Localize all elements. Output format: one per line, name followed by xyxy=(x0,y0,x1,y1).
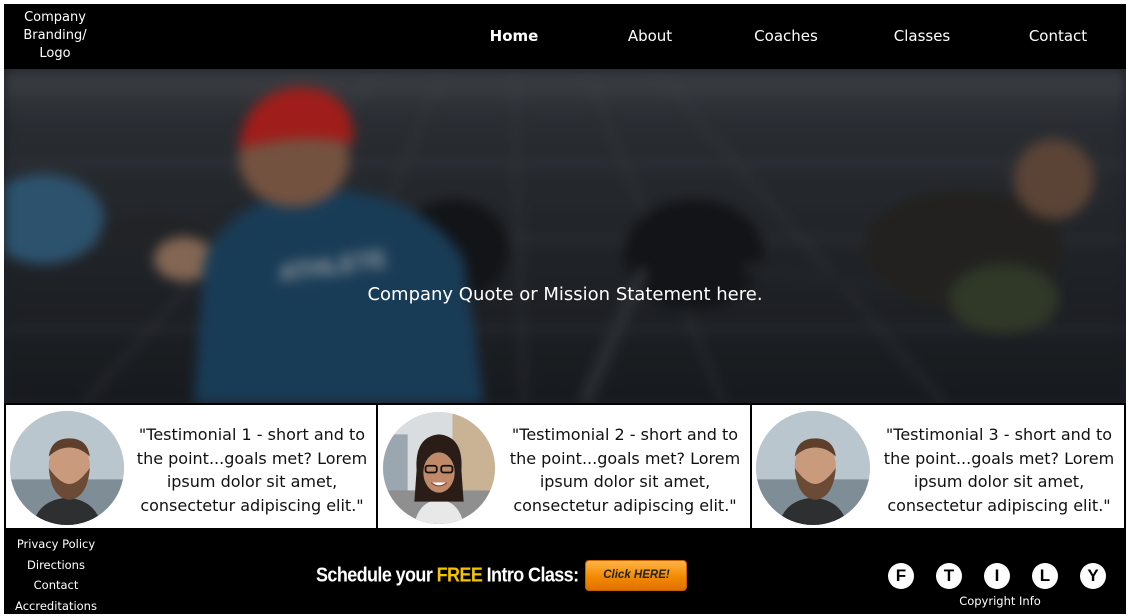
testimonial-avatar-bearded-man xyxy=(10,411,124,525)
page: Company Branding/ Logo Home About Coache… xyxy=(4,4,1126,614)
instagram-icon[interactable]: I xyxy=(984,563,1010,589)
testimonial-card-2: "Testimonial 2 - short and to the point.… xyxy=(378,403,752,530)
testimonial-avatar-woman-glasses xyxy=(383,412,495,524)
nav-classes[interactable]: Classes xyxy=(854,4,990,68)
nav-contact[interactable]: Contact xyxy=(990,4,1126,68)
footer: Privacy Policy Directions Contact Accred… xyxy=(4,530,1126,614)
cta-free-highlight: FREE xyxy=(436,563,483,586)
main-nav: Home About Coaches Classes Contact xyxy=(446,4,1126,68)
footer-link-contact[interactable]: Contact xyxy=(4,575,108,596)
hero-overlay xyxy=(4,69,1126,403)
company-logo[interactable]: Company Branding/ Logo xyxy=(4,9,106,63)
header: Company Branding/ Logo Home About Coache… xyxy=(4,4,1126,68)
schedule-cta: Schedule your FREE Intro Class: Click HE… xyxy=(316,559,688,591)
click-here-button[interactable]: Click HERE! xyxy=(585,559,688,591)
cta-text: Schedule your FREE Intro Class: xyxy=(316,563,579,587)
cta-prefix: Schedule your xyxy=(316,563,437,586)
testimonial-text-1: "Testimonial 1 - short and to the point.… xyxy=(136,425,368,515)
nav-home[interactable]: Home xyxy=(446,4,582,68)
social-links: F T I L Y xyxy=(888,563,1106,589)
youtube-icon[interactable]: Y xyxy=(1080,563,1106,589)
testimonial-avatar-bearded-man xyxy=(756,411,870,525)
mission-statement: Company Quote or Mission Statement here. xyxy=(367,284,763,305)
hero-banner: ATHLETE Company Quote or Mission Stateme… xyxy=(4,69,1126,403)
cta-suffix: Intro Class: xyxy=(482,563,579,586)
footer-link-directions[interactable]: Directions xyxy=(4,555,108,576)
linkedin-icon[interactable]: L xyxy=(1032,563,1058,589)
footer-link-accreditations[interactable]: Accreditations xyxy=(4,596,108,616)
twitter-icon[interactable]: T xyxy=(936,563,962,589)
nav-about[interactable]: About xyxy=(582,4,718,68)
facebook-icon[interactable]: F xyxy=(888,563,914,589)
footer-links: Privacy Policy Directions Contact Accred… xyxy=(4,534,108,616)
testimonials-row: "Testimonial 1 - short and to the point.… xyxy=(4,403,1126,530)
testimonial-card-1: "Testimonial 1 - short and to the point.… xyxy=(4,403,378,530)
testimonial-text-2: "Testimonial 2 - short and to the point.… xyxy=(509,425,741,515)
nav-coaches[interactable]: Coaches xyxy=(718,4,854,68)
copyright-info: Copyright Info xyxy=(959,594,1041,608)
testimonial-card-3: "Testimonial 3 - short and to the point.… xyxy=(752,403,1126,530)
testimonial-text-3: "Testimonial 3 - short and to the point.… xyxy=(883,425,1115,515)
footer-link-privacy-policy[interactable]: Privacy Policy xyxy=(4,534,108,555)
